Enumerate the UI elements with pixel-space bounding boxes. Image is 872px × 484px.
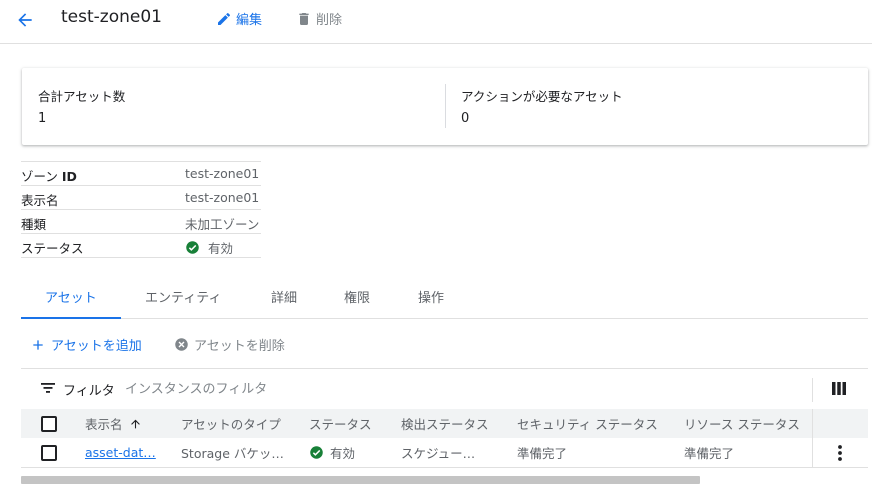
cancel-circle-icon [175,338,188,351]
tab-bar: アセット エンティティ 詳細 権限 操作 [21,283,868,319]
display-name-value: test-zone01 [185,190,260,205]
property-row-status: ステータス 有効 [21,234,261,258]
sort-arrow-up-icon [130,419,140,428]
edit-label: 編集 [236,13,263,28]
delete-label: 削除 [316,13,343,28]
arrow-back-icon [18,13,32,27]
discovery-status-cell: スケジュー… [401,446,476,461]
row-checkbox[interactable] [41,444,57,461]
column-header-display-name[interactable]: 表示名 [85,409,142,438]
column-header-security-status[interactable]: セキュリティ ステータス [517,409,658,438]
security-status-cell: 準備完了 [517,446,568,461]
zone-properties: ゾーン ID test-zone01 表示名 test-zone01 種類 未加… [21,161,261,258]
column-header-discovery-status[interactable]: 検出ステータス [401,409,489,438]
tab-assets[interactable]: アセット [45,283,97,319]
type-label: 種類 [21,217,47,232]
column-header-asset-type[interactable]: アセットのタイプ [181,409,281,438]
summary-card: 合計アセット数 1 アクションが必要なアセット 0 [22,68,868,145]
column-header-resource-status[interactable]: リソース ステータス [684,409,800,438]
status-text: 有効 [208,241,234,256]
asset-name-link[interactable]: asset-dat… [85,438,171,467]
active-tab-indicator [21,317,121,319]
action-required-label: アクションが必要なアセット [461,89,623,104]
check-circle-icon [310,446,323,459]
filter-icon[interactable] [41,382,55,394]
actions-column-separator [812,438,813,467]
assets-table: 表示名 アセットのタイプ ステータス 検出ステータス セキュリティ ステータス … [21,409,868,468]
table-header: 表示名 アセットのタイプ ステータス 検出ステータス セキュリティ ステータス … [21,409,868,438]
more-vert-icon[interactable] [832,444,848,462]
delete-asset-button[interactable]: アセットを削除 [174,335,285,354]
page-title: test-zone01 [61,7,162,27]
filter-input[interactable] [125,377,725,401]
summary-divider [445,84,446,128]
actions-column-separator [812,409,813,438]
display-name-label: 表示名 [21,193,59,208]
filter-bar: フィルタ [21,368,868,409]
page-header: test-zone01 編集 削除 [0,0,872,44]
zone-id-label: ゾーン ID [21,169,77,184]
filter-label: フィルタ [63,384,115,399]
status-value: 有効 [185,238,233,257]
action-required-value: 0 [461,111,470,126]
edit-button[interactable]: 編集 [216,9,262,28]
type-value: 未加工ゾーン [185,217,260,232]
status-label: ステータス [21,241,84,256]
resource-status-cell: 準備完了 [684,446,735,461]
row-select-cell [41,438,57,467]
column-header-status[interactable]: ステータス [309,409,372,438]
filter-separator [812,378,813,402]
asset-type-cell: Storage バケッ… [181,446,284,461]
property-row-type: 種類 未加工ゾーン [21,210,261,234]
add-asset-label: アセットを追加 [51,339,142,354]
zone-id-value: test-zone01 [185,166,260,181]
tab-operations[interactable]: 操作 [418,283,444,319]
add-asset-button[interactable]: アセットを追加 [30,335,142,354]
total-assets-label: 合計アセット数 [38,89,126,104]
column-display-icon[interactable] [832,382,846,395]
trash-icon [299,12,309,25]
delete-asset-label: アセットを削除 [194,339,285,354]
asset-status-cell: 有効 [309,438,355,467]
select-all-cell [41,409,57,438]
horizontal-scrollbar[interactable] [21,476,700,484]
pencil-icon [218,12,231,25]
property-row-zone-id: ゾーン ID test-zone01 [21,162,261,186]
select-all-checkbox[interactable] [41,415,57,432]
delete-button[interactable]: 削除 [296,9,342,28]
table-row: asset-dat… Storage バケッ… 有効 スケジュー… 準備完了 準… [21,438,868,468]
tab-entities[interactable]: エンティティ [145,283,221,319]
total-assets-value: 1 [38,111,47,126]
tab-permissions[interactable]: 権限 [344,283,370,319]
plus-icon [33,339,43,350]
tab-details[interactable]: 詳細 [271,283,297,319]
check-circle-icon [186,241,199,254]
back-button[interactable] [13,8,37,32]
property-row-display-name: 表示名 test-zone01 [21,186,261,210]
